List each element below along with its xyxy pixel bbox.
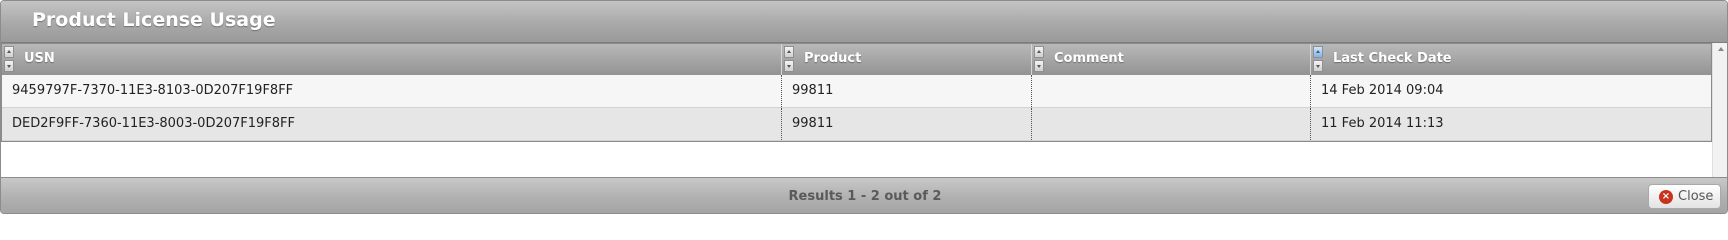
results-count: Results 1 - 2 out of 2	[788, 189, 942, 204]
close-circle-icon: ×	[1659, 190, 1673, 204]
sort-ascending-icon[interactable]	[1034, 46, 1044, 58]
cell-comment	[1032, 108, 1311, 140]
sort-buttons-last-check-date[interactable]	[1313, 46, 1323, 72]
sort-descending-icon[interactable]	[1034, 60, 1044, 72]
panel-title-bar: Product License Usage	[1, 1, 1727, 43]
cell-comment	[1032, 75, 1311, 107]
column-header-label: Last Check Date	[1333, 51, 1452, 66]
column-header-last-check-date[interactable]: Last Check Date	[1311, 44, 1711, 75]
close-button[interactable]: × Close	[1648, 184, 1721, 209]
cell-last-check-date: 11 Feb 2014 11:13	[1321, 116, 1444, 131]
sort-ascending-active-icon[interactable]	[1313, 46, 1323, 58]
product-license-usage-panel: Product License Usage USN Product Commen…	[0, 0, 1728, 214]
sort-ascending-icon[interactable]	[784, 46, 794, 58]
column-header-label: Comment	[1054, 51, 1124, 66]
column-header-usn[interactable]: USN	[2, 44, 782, 75]
sort-ascending-icon[interactable]	[4, 46, 14, 58]
sort-buttons-usn[interactable]	[4, 46, 14, 72]
column-header-product[interactable]: Product	[782, 44, 1032, 75]
close-button-label: Close	[1678, 189, 1714, 204]
table-row[interactable]: 9459797F-7370-11E3-8103-0D207F19F8FF 998…	[2, 75, 1711, 108]
cell-last-check-date: 14 Feb 2014 09:04	[1321, 83, 1444, 98]
license-usage-table: USN Product Comment Last Check Date 9459…	[1, 43, 1712, 142]
column-header-label: Product	[804, 51, 862, 66]
sort-descending-icon[interactable]	[1313, 60, 1323, 72]
table-header-row: USN Product Comment Last Check Date	[2, 44, 1711, 75]
sort-descending-icon[interactable]	[4, 60, 14, 72]
table-row[interactable]: DED2F9FF-7360-11E3-8003-0D207F19F8FF 998…	[2, 108, 1711, 141]
sort-buttons-product[interactable]	[784, 46, 794, 72]
column-header-comment[interactable]: Comment	[1032, 44, 1311, 75]
vertical-scrollbar[interactable]	[1712, 43, 1727, 177]
panel-footer: Results 1 - 2 out of 2 × Close	[1, 177, 1727, 213]
cell-usn: DED2F9FF-7360-11E3-8003-0D207F19F8FF	[2, 108, 782, 140]
column-header-label: USN	[24, 51, 55, 66]
panel-title: Product License Usage	[32, 9, 276, 31]
sort-descending-icon[interactable]	[784, 60, 794, 72]
cell-product: 99811	[782, 108, 1032, 140]
cell-usn: 9459797F-7370-11E3-8103-0D207F19F8FF	[2, 75, 782, 107]
sort-buttons-comment[interactable]	[1034, 46, 1044, 72]
cell-product: 99811	[782, 75, 1032, 107]
